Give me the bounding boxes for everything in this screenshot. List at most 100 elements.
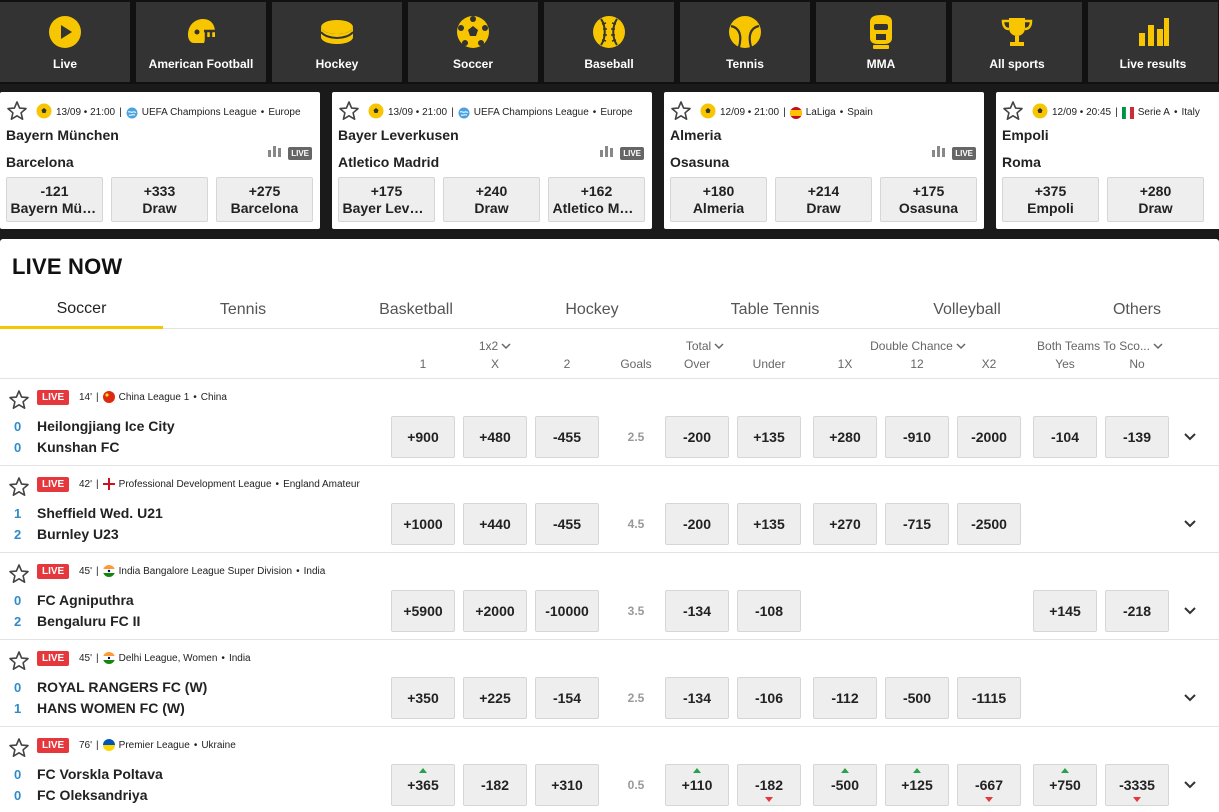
odd-button-total[interactable]: +135 [737,503,801,545]
odd-button-total[interactable]: +110 [665,764,729,806]
odd-button-odds[interactable]: +1000 [391,503,455,545]
sport-tile-mma[interactable]: MMA [816,2,946,82]
featured-odd-button[interactable]: +375 Empoli [1002,177,1099,222]
header-1x2-dropdown[interactable]: 1x2 [451,339,539,353]
sport-tile-live-results[interactable]: Live results [1088,2,1218,82]
odd-button-odds[interactable]: +900 [391,416,455,458]
event-stats[interactable]: LIVE [600,144,644,162]
featured-event-card[interactable]: 13/09 • 21:00 | UEFA Champions League • … [332,92,652,229]
favorite-star-icon[interactable] [338,100,360,125]
odd-button-odds[interactable]: +225 [463,677,527,719]
odd-button-btts[interactable]: -3335 [1105,764,1169,806]
odd-button-odds[interactable]: +310 [535,764,599,806]
odd-button-odds[interactable]: -10000 [535,590,599,632]
expand-chevron-icon[interactable] [1183,429,1197,447]
tab-table-tennis[interactable]: Table Tennis [675,291,875,329]
favorite-star-icon[interactable] [8,650,30,677]
odd-button-double[interactable]: -1115 [957,677,1021,719]
live-match-row[interactable]: LIVE 42' | Professional Development Leag… [0,466,1219,553]
favorite-star-icon[interactable] [8,389,30,416]
odd-button-btts[interactable]: -218 [1105,590,1169,632]
sport-tile-tennis[interactable]: Tennis [680,2,810,82]
featured-event-card[interactable]: 12/09 • 21:00 | LaLiga • Spain Almeria O… [664,92,984,229]
header-total-dropdown[interactable]: Total [665,339,745,353]
tab-tennis[interactable]: Tennis [163,291,323,329]
odd-button-total[interactable]: +135 [737,416,801,458]
odd-button-double[interactable]: +270 [813,503,877,545]
tab-basketball[interactable]: Basketball [323,291,509,329]
event-stats[interactable]: LIVE [268,144,312,162]
featured-odd-button[interactable]: +280 Draw [1107,177,1204,222]
odd-button-double[interactable]: -500 [885,677,949,719]
featured-odd-button[interactable]: +240 Draw [443,177,540,222]
odd-button-odds[interactable]: -154 [535,677,599,719]
favorite-star-icon[interactable] [670,100,692,125]
event-stats[interactable]: LIVE [932,144,976,162]
odd-button-total[interactable]: -134 [665,677,729,719]
sport-tile-all-sports[interactable]: All sports [952,2,1082,82]
live-match-row[interactable]: LIVE 45' | India Bangalore League Super … [0,553,1219,640]
sport-tile-soccer[interactable]: Soccer [408,2,538,82]
sport-tile-live[interactable]: Live [0,2,130,82]
tab-soccer[interactable]: Soccer [0,291,163,329]
odd-button-odds[interactable]: +350 [391,677,455,719]
odd-button-odds[interactable]: -455 [535,416,599,458]
odd-button-btts[interactable]: -139 [1105,416,1169,458]
odd-button-double[interactable]: +125 [885,764,949,806]
favorite-star-icon[interactable] [8,563,30,590]
odd-button-total[interactable]: -134 [665,590,729,632]
expand-chevron-icon[interactable] [1183,690,1197,708]
odd-button-double[interactable]: -715 [885,503,949,545]
live-match-row[interactable]: LIVE 45' | Delhi League, Women • India 0… [0,640,1219,727]
odd-button-double[interactable]: -2500 [957,503,1021,545]
odd-button-btts[interactable]: +750 [1033,764,1097,806]
live-match-row[interactable]: LIVE 14' | China League 1 • China 0 Heil… [0,379,1219,466]
odd-button-double[interactable]: -667 [957,764,1021,806]
featured-odd-button[interactable]: -121 Bayern München [6,177,103,222]
odd-button-odds[interactable]: +440 [463,503,527,545]
featured-odd-button[interactable]: +162 Atletico Madrid [548,177,645,222]
favorite-star-icon[interactable] [8,476,30,503]
odd-button-total[interactable]: -200 [665,416,729,458]
tab-hockey[interactable]: Hockey [509,291,675,329]
favorite-star-icon[interactable] [8,737,30,764]
odd-button-total[interactable]: -182 [737,764,801,806]
tab-others[interactable]: Others [1059,291,1215,329]
live-match-row[interactable]: LIVE 76' | Premier League • Ukraine 0 FC… [0,727,1219,812]
featured-event-card[interactable]: 13/09 • 21:00 | UEFA Champions League • … [0,92,320,229]
favorite-star-icon[interactable] [1002,100,1024,125]
header-btts-dropdown[interactable]: Both Teams To Sco... [1028,339,1172,353]
sport-tile-american-football[interactable]: American Football [136,2,266,82]
odd-button-total[interactable]: -106 [737,677,801,719]
featured-odd-button[interactable]: +333 Draw [111,177,208,222]
featured-odd-button[interactable]: +214 Draw [775,177,872,222]
expand-chevron-icon[interactable] [1183,516,1197,534]
favorite-star-icon[interactable] [6,100,28,125]
featured-odd-button[interactable]: +180 Almeria [670,177,767,222]
featured-odd-button[interactable]: +175 Bayer Leverkusen [338,177,435,222]
odd-button-double[interactable]: -910 [885,416,949,458]
odd-button-odds[interactable]: +5900 [391,590,455,632]
odd-button-odds[interactable]: +480 [463,416,527,458]
odd-button-odds[interactable]: -455 [535,503,599,545]
odd-button-double[interactable]: -112 [813,677,877,719]
odd-button-total[interactable]: -108 [737,590,801,632]
sport-tile-baseball[interactable]: Baseball [544,2,674,82]
odd-button-odds[interactable]: +2000 [463,590,527,632]
featured-event-card[interactable]: 12/09 • 20:45 | Serie A • Italy Empoli R… [996,92,1219,229]
expand-chevron-icon[interactable] [1183,603,1197,621]
header-double-chance-dropdown[interactable]: Double Chance [850,339,986,353]
sport-tile-hockey[interactable]: Hockey [272,2,402,82]
odd-button-double[interactable]: -2000 [957,416,1021,458]
tab-volleyball[interactable]: Volleyball [875,291,1059,329]
odd-button-odds[interactable]: -182 [463,764,527,806]
odd-button-btts[interactable]: -104 [1033,416,1097,458]
expand-chevron-icon[interactable] [1183,777,1197,795]
odd-button-btts[interactable]: +145 [1033,590,1097,632]
odd-button-total[interactable]: -200 [665,503,729,545]
featured-odd-button[interactable]: +175 Osasuna [880,177,977,222]
odd-button-odds[interactable]: +365 [391,764,455,806]
odd-button-double[interactable]: -500 [813,764,877,806]
odd-button-double[interactable]: +280 [813,416,877,458]
featured-odd-button[interactable]: +275 Barcelona [216,177,313,222]
